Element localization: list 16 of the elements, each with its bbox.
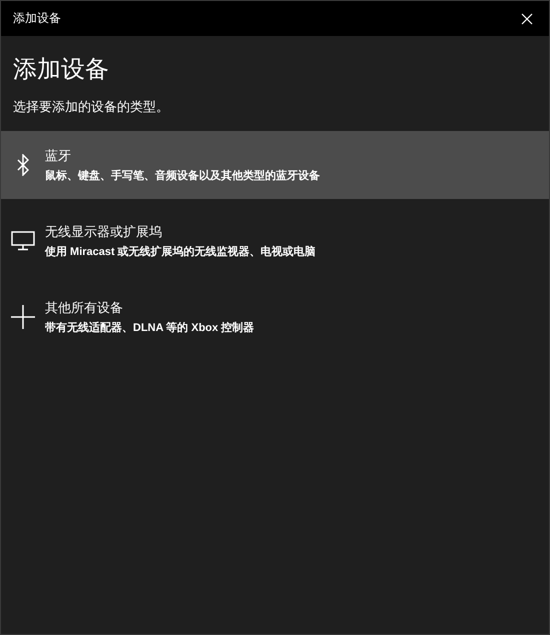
close-icon[interactable] — [521, 12, 533, 24]
device-type-name: 其他所有设备 — [45, 299, 124, 317]
page-subtitle: 选择要添加的设备的类型。 — [12, 98, 170, 116]
page-heading: 添加设备 — [12, 55, 110, 85]
device-type-description: 带有无线适配器、DLNA 等的 Xbox 控制器 — [45, 320, 254, 335]
monitor-icon — [11, 231, 35, 251]
device-option[interactable]: 蓝牙 鼠标、键盘、手写笔、音频设备以及其他类型的蓝牙设备 — [1, 131, 549, 199]
device-option[interactable]: 其他所有设备 带有无线适配器、DLNA 等的 Xbox 控制器 — [1, 283, 549, 351]
bluetooth-icon — [17, 154, 29, 176]
device-type-description: 使用 Miracast 或无线扩展坞的无线监视器、电视或电脑 — [45, 244, 316, 259]
device-type-name: 无线显示器或扩展坞 — [45, 223, 163, 241]
device-option[interactable]: 无线显示器或扩展坞 使用 Miracast 或无线扩展坞的无线监视器、电视或电脑 — [1, 207, 549, 275]
device-type-name: 蓝牙 — [45, 147, 72, 165]
plus-icon — [11, 305, 35, 329]
device-type-description: 鼠标、键盘、手写笔、音频设备以及其他类型的蓝牙设备 — [45, 168, 320, 183]
window-title: 添加设备 — [13, 10, 61, 27]
